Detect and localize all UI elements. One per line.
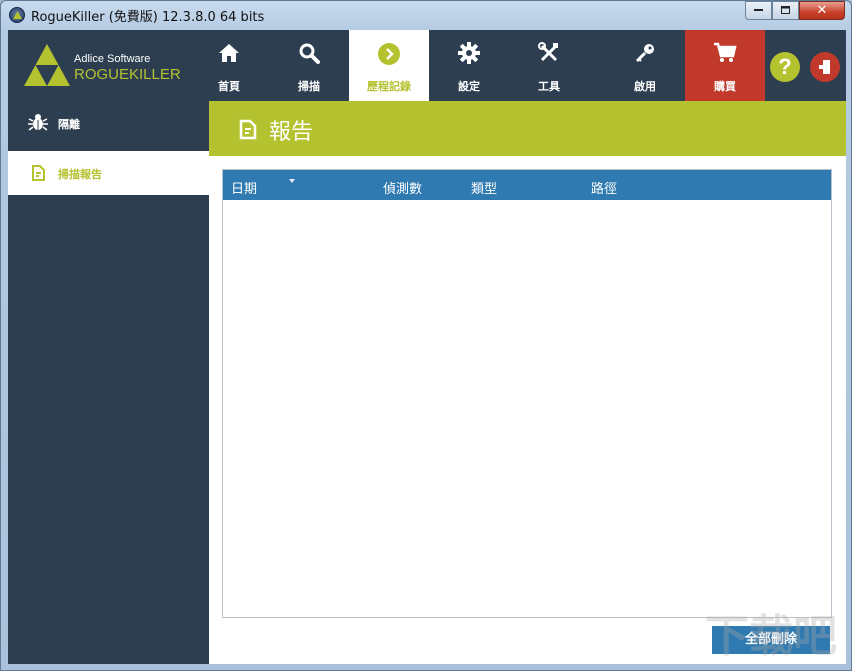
- report-icon: [239, 119, 257, 140]
- page-banner: 報告: [209, 101, 846, 156]
- sidebar-item-quarantine[interactable]: 隔離: [8, 101, 209, 145]
- tab-scan[interactable]: 掃描: [269, 30, 349, 101]
- sidebar: 隔離 掃描報告: [8, 101, 209, 664]
- client-area: Adlice Software ROGUEKILLER 首頁 掃描 歷程記錄 設…: [8, 30, 846, 664]
- column-header-path[interactable]: 路徑: [591, 178, 617, 197]
- tab-activate[interactable]: 啟用: [605, 30, 685, 101]
- exit-door-icon: [819, 60, 830, 74]
- title-bar[interactable]: RogueKiller (免費版) 12.3.8.0 64 bits ✕: [1, 1, 851, 29]
- sort-arrow-icon: [289, 179, 295, 183]
- column-header-date[interactable]: 日期: [231, 178, 295, 197]
- chevron-right-circle-icon: [378, 43, 400, 65]
- application-window: RogueKiller (免費版) 12.3.8.0 64 bits ✕ Adl…: [0, 0, 852, 671]
- tools-icon: [538, 42, 558, 62]
- app-icon: [9, 7, 25, 23]
- header-bar: Adlice Software ROGUEKILLER 首頁 掃描 歷程記錄 設…: [8, 30, 846, 101]
- search-icon: [299, 43, 320, 64]
- delete-all-button[interactable]: 全部刪除: [712, 626, 830, 654]
- tab-buy-label: 購買: [714, 80, 736, 93]
- column-header-detections[interactable]: 偵測數: [383, 178, 422, 197]
- tab-buy[interactable]: 購買: [685, 30, 765, 101]
- logo-product: ROGUEKILLER: [74, 66, 181, 83]
- help-button[interactable]: ?: [770, 52, 800, 82]
- close-button[interactable]: ✕: [799, 1, 845, 20]
- tab-home-label: 首頁: [218, 80, 240, 93]
- page-title: 報告: [269, 120, 314, 145]
- report-icon: [32, 165, 45, 181]
- triforce-logo-icon: [24, 44, 70, 86]
- exit-button[interactable]: [810, 52, 840, 82]
- sidebar-item-scan-reports[interactable]: 掃描報告: [8, 151, 209, 195]
- tab-home[interactable]: 首頁: [189, 30, 269, 101]
- tab-tools-label: 工具: [538, 80, 560, 93]
- gear-icon: [458, 42, 480, 64]
- tab-history-label: 歷程記錄: [367, 80, 411, 93]
- column-header-type[interactable]: 類型: [471, 178, 497, 197]
- tab-tools[interactable]: 工具: [509, 30, 589, 101]
- tab-scan-label: 掃描: [298, 80, 320, 93]
- logo: Adlice Software ROGUEKILLER: [24, 42, 204, 90]
- tab-settings-label: 設定: [458, 80, 480, 93]
- key-icon: [635, 44, 654, 63]
- tab-history[interactable]: 歷程記錄: [349, 30, 429, 101]
- tab-settings[interactable]: 設定: [429, 30, 509, 101]
- sidebar-item-scan-reports-label: 掃描報告: [58, 168, 102, 181]
- maximize-button[interactable]: [772, 1, 799, 20]
- logo-company: Adlice Software: [74, 53, 151, 65]
- window-title: RogueKiller (免費版) 12.3.8.0 64 bits: [31, 10, 265, 25]
- cart-icon: [714, 42, 737, 62]
- minimize-button[interactable]: [745, 1, 772, 20]
- tab-activate-label: 啟用: [634, 80, 656, 93]
- reports-table[interactable]: 日期 偵測數 類型 路徑: [222, 169, 832, 618]
- home-icon: [219, 44, 239, 62]
- bug-icon: [28, 114, 48, 131]
- table-header: 日期 偵測數 類型 路徑: [223, 170, 831, 200]
- sidebar-item-quarantine-label: 隔離: [58, 118, 80, 131]
